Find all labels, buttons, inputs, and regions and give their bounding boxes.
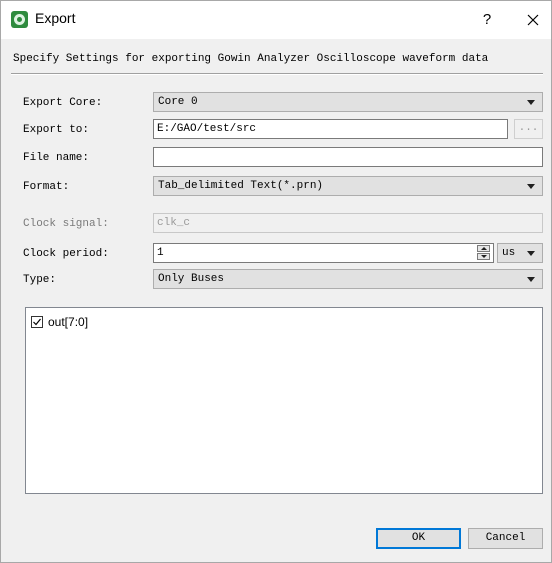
app-icon (11, 11, 28, 28)
format-label: Format: (23, 181, 70, 193)
signal-list[interactable]: out[7:0] (25, 307, 543, 494)
clock-signal-value: clk_c (157, 217, 191, 229)
title-bar: Export ? (1, 1, 551, 39)
format-value: Tab_delimited Text(*.prn) (158, 180, 324, 192)
clock-unit-dropdown[interactable]: us (497, 243, 543, 263)
type-value: Only Buses (158, 273, 225, 285)
close-button[interactable] (521, 9, 545, 31)
export-core-label: Export Core: (23, 97, 103, 109)
export-to-label: Export to: (23, 124, 90, 136)
clock-period-value: 1 (157, 247, 164, 259)
cancel-button[interactable]: Cancel (468, 528, 543, 549)
description-text: Specify Settings for exporting Gowin Ana… (13, 53, 489, 65)
clock-signal-input: clk_c (153, 213, 543, 233)
clock-period-input[interactable]: 1 (153, 243, 494, 263)
chevron-down-icon (527, 277, 535, 282)
clock-period-stepper[interactable] (475, 243, 494, 263)
clock-period-label: Clock period: (23, 248, 109, 260)
export-to-input[interactable]: E:/GAO/test/src (153, 119, 508, 139)
ok-button[interactable]: OK (376, 528, 461, 549)
format-dropdown[interactable]: Tab_delimited Text(*.prn) (153, 176, 543, 196)
chevron-down-icon (527, 100, 535, 105)
window-title: Export (35, 10, 76, 26)
type-label: Type: (23, 274, 57, 286)
separator (11, 73, 543, 75)
help-button[interactable]: ? (475, 9, 499, 31)
close-icon (527, 14, 539, 26)
chevron-down-icon (527, 184, 535, 189)
signal-label: out[7:0] (48, 315, 89, 329)
signal-checkbox[interactable] (31, 316, 43, 328)
file-name-input[interactable] (153, 147, 543, 167)
type-dropdown[interactable]: Only Buses (153, 269, 543, 289)
list-item[interactable]: out[7:0] (31, 314, 88, 330)
export-core-dropdown[interactable]: Core 0 (153, 92, 543, 112)
checkmark-icon (33, 318, 41, 326)
export-core-value: Core 0 (158, 96, 198, 108)
browse-button[interactable]: ... (514, 119, 543, 139)
export-dialog: Export ? Specify Settings for exporting … (0, 0, 552, 563)
clock-signal-label: Clock signal: (23, 218, 109, 230)
export-to-value: E:/GAO/test/src (157, 123, 257, 135)
stepper-up-icon[interactable] (477, 245, 490, 252)
stepper-down-icon[interactable] (477, 253, 490, 260)
clock-unit-value: us (502, 247, 516, 259)
file-name-label: File name: (23, 152, 90, 164)
chevron-down-icon (527, 251, 535, 256)
